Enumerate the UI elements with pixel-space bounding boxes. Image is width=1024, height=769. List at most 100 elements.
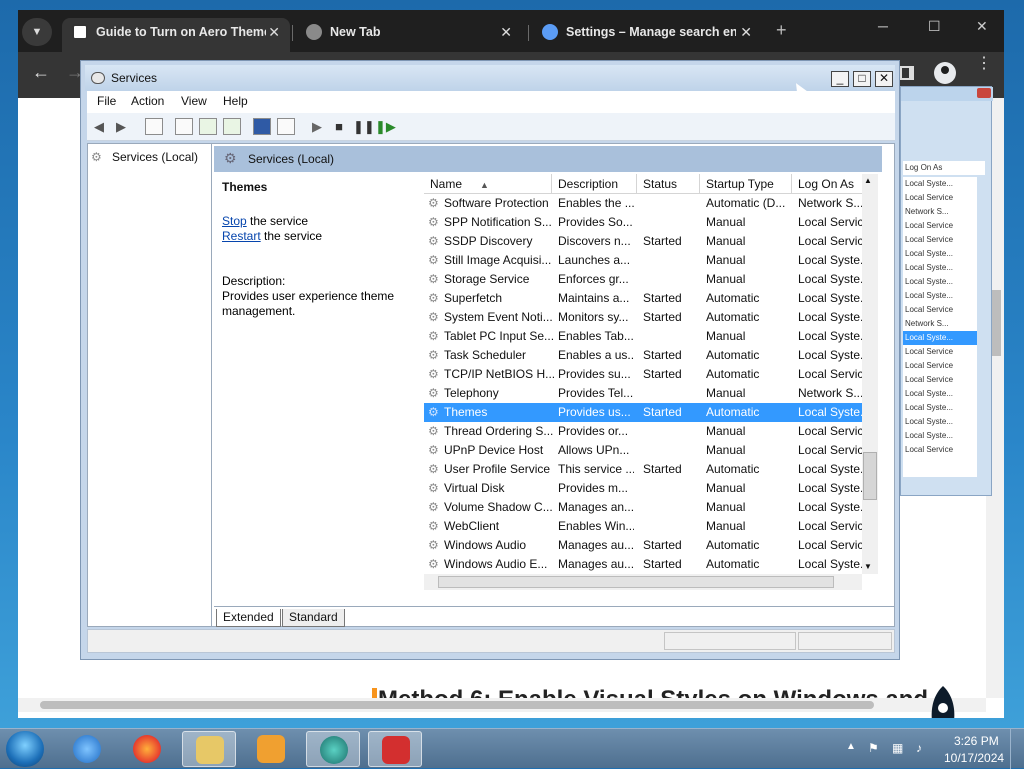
tree-node-services-local[interactable]: ⚙ Services (Local) (91, 150, 198, 164)
close-icon[interactable]: ✕ (875, 71, 893, 87)
column-header-status[interactable]: Status (637, 174, 700, 194)
back-arrow-icon[interactable]: ◀ (91, 119, 107, 135)
scrollbar-thumb[interactable] (40, 701, 874, 709)
minimize-icon[interactable]: ─ (878, 18, 888, 34)
taskbar-internet-explorer[interactable] (60, 731, 114, 767)
service-gear-icon: ⚙ (428, 329, 439, 343)
column-header-startup-type[interactable]: Startup Type (700, 174, 792, 194)
menu-action[interactable]: Action (131, 94, 164, 108)
tab-search-chevron-icon[interactable]: ▼ (22, 18, 52, 46)
service-row[interactable]: ⚙ Storage Service Enforces gr... Manual Loca… (424, 270, 862, 289)
stop-service-link[interactable]: Stop (222, 214, 247, 228)
export-list-icon[interactable] (223, 118, 241, 135)
network-icon[interactable]: ▦ (892, 741, 906, 755)
view-icon[interactable] (277, 118, 295, 135)
service-row[interactable]: ⚙ SSDP Discovery Discovers n... Started Manu… (424, 232, 862, 251)
side-panel-icon[interactable] (900, 66, 914, 80)
menu-view[interactable]: View (181, 94, 207, 108)
service-description: Manages au... (558, 557, 634, 571)
service-row[interactable]: ⚙ Tablet PC Input Se... Enables Tab... Manu… (424, 327, 862, 346)
properties-icon[interactable] (175, 118, 193, 135)
service-row[interactable]: ⚙ Windows Audio E... Manages au... Started A… (424, 555, 862, 574)
service-row[interactable]: ⚙ Windows Audio Manages au... Started Automa… (424, 536, 862, 555)
taskbar-file-explorer[interactable] (182, 731, 236, 767)
service-description: Provides us... (558, 405, 631, 419)
browser-tab-settings[interactable]: Settings – Manage search engi ✕ (532, 18, 762, 52)
pause-service-icon[interactable]: ❚❚ (353, 119, 375, 135)
browser-tab-new-tab[interactable]: New Tab ✕ (296, 18, 522, 52)
browser-tab-aero-guide[interactable]: Guide to Turn on Aero Theme ✕ (62, 18, 290, 52)
clock-time[interactable]: 3:26 PM (954, 734, 999, 748)
tab-standard[interactable]: Standard (282, 609, 345, 627)
close-icon[interactable]: ✕ (976, 18, 988, 35)
back-arrow-icon[interactable]: ← (32, 62, 50, 83)
taskbar-browser[interactable] (306, 731, 360, 767)
taskbar-toolbox-app[interactable] (368, 731, 422, 767)
scroll-up-arrow-icon[interactable]: ▲ (864, 176, 872, 185)
scroll-down-arrow-icon[interactable]: ▼ (864, 562, 872, 571)
taskbar-firefox[interactable] (120, 731, 174, 767)
service-row[interactable]: ⚙ SPP Notification S... Provides So... Manu… (424, 213, 862, 232)
clock-date[interactable]: 10/17/2024 (944, 751, 1004, 765)
list-vertical-scrollbar[interactable]: ▲ ▼ (862, 174, 878, 574)
forward-arrow-icon[interactable]: ▶ (113, 119, 129, 135)
bg-logon-row: Local Syste... (905, 431, 954, 440)
restart-service-icon[interactable]: ❚▶ (375, 119, 396, 135)
console-tree-icon[interactable] (145, 118, 163, 135)
rocket-icon[interactable] (916, 684, 970, 718)
service-row[interactable]: ⚙ Task Scheduler Enables a us... Started Aut… (424, 346, 862, 365)
maximize-icon[interactable]: ☐ (928, 18, 941, 35)
service-row[interactable]: ⚙ Software Protection Enables the ... Autom… (424, 194, 862, 213)
selected-service-title: Themes (222, 180, 268, 194)
refresh-icon[interactable] (199, 118, 217, 135)
tab-close-icon[interactable]: ✕ (740, 18, 752, 46)
service-row[interactable]: ⚙ System Event Noti... Monitors sy... Start… (424, 308, 862, 327)
column-header-name[interactable]: Name ▲ (424, 174, 552, 194)
help-icon[interactable] (253, 118, 271, 135)
service-gear-icon: ⚙ (428, 291, 439, 305)
tab-separator (292, 25, 293, 41)
menu-file[interactable]: File (97, 94, 116, 108)
page-horizontal-scrollbar[interactable] (18, 698, 986, 712)
services-title-bar[interactable]: Services _ □ ✕ (85, 65, 895, 91)
show-hidden-icons-chevron-icon[interactable]: ▲ (846, 741, 856, 752)
service-row[interactable]: ⚙ TCP/IP NetBIOS H... Provides su... Starte… (424, 365, 862, 384)
tab-close-icon[interactable]: ✕ (268, 18, 280, 46)
column-header-log-on-as[interactable]: Log On As (792, 174, 862, 194)
stop-service-icon[interactable]: ■ (331, 119, 347, 135)
show-desktop-button[interactable] (1010, 729, 1024, 769)
service-gear-icon: ⚙ (428, 386, 439, 400)
minimize-icon[interactable]: _ (831, 71, 849, 87)
profile-avatar-icon[interactable] (934, 62, 956, 84)
list-horizontal-scrollbar[interactable] (424, 574, 862, 590)
new-tab-plus-icon[interactable]: + (776, 20, 787, 41)
service-row[interactable]: ⚙ Thread Ordering S... Provides or... Manua… (424, 422, 862, 441)
start-service-icon[interactable]: ▶ (309, 119, 325, 135)
maximize-icon[interactable]: □ (853, 71, 871, 87)
action-center-icon[interactable]: ⚑ (868, 741, 882, 755)
volume-muted-icon[interactable]: ♪ (916, 741, 930, 755)
scrollbar-thumb[interactable] (438, 576, 834, 588)
service-row[interactable]: ⚙ Telephony Provides Tel... Manual Network S… (424, 384, 862, 403)
tab-extended[interactable]: Extended (216, 609, 281, 627)
menu-bar: File Action View Help (87, 91, 895, 113)
service-row[interactable]: ⚙ Themes Provides us... Started Automatic Loc… (424, 403, 862, 422)
service-description: Enables a us... (558, 348, 634, 362)
scrollbar-thumb[interactable] (863, 452, 877, 500)
restart-service-link[interactable]: Restart (222, 229, 261, 243)
service-row[interactable]: ⚙ WebClient Enables Win... Manual Local Serv… (424, 517, 862, 536)
service-row[interactable]: ⚙ Volume Shadow C... Manages an... Manual Lo… (424, 498, 862, 517)
service-description: Monitors sy... (558, 310, 629, 324)
service-startup-type: Manual (706, 272, 746, 286)
menu-help[interactable]: Help (223, 94, 248, 108)
start-button-icon[interactable] (6, 731, 44, 767)
taskbar-media-player[interactable] (244, 731, 298, 767)
service-row[interactable]: ⚙ Virtual Disk Provides m... Manual Local Sy… (424, 479, 862, 498)
service-row[interactable]: ⚙ Still Image Acquisi... Launches a... Manu… (424, 251, 862, 270)
service-row[interactable]: ⚙ User Profile Service This service ... Sta… (424, 460, 862, 479)
tab-close-icon[interactable]: ✕ (500, 18, 512, 46)
service-row[interactable]: ⚙ Superfetch Maintains a... Started Automati… (424, 289, 862, 308)
column-header-description[interactable]: Description (552, 174, 637, 194)
service-row[interactable]: ⚙ UPnP Device Host Allows UPn... Manual Loca… (424, 441, 862, 460)
more-menu-icon[interactable]: ⋮ (976, 56, 992, 72)
